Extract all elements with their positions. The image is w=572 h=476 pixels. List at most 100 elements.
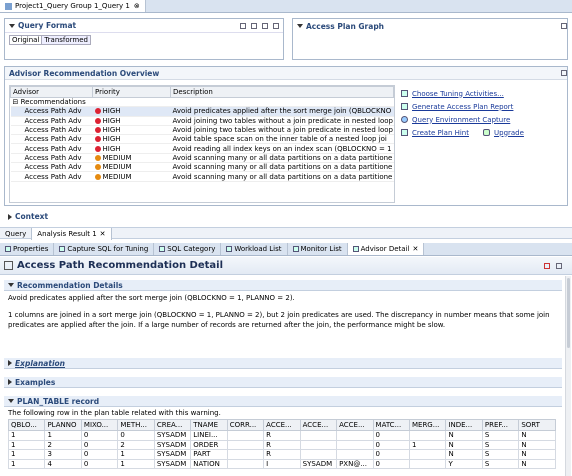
close-icon[interactable]: ✕ <box>100 230 106 238</box>
detail-scrollbar[interactable] <box>565 276 571 476</box>
advisor-overview-title: Advisor Recommendation Overview <box>9 68 160 78</box>
help-icon[interactable] <box>556 262 562 269</box>
access-plan-graph-header: Access Plan Graph <box>293 19 567 33</box>
plan-table[interactable]: QBLO... PLANNO MIXO... METH... CREA... TNAME C… <box>7 419 556 469</box>
tab-sql-category[interactable]: SQL Category <box>154 243 222 255</box>
collapse-icon[interactable] <box>8 399 14 403</box>
column-header-advisor[interactable]: Advisor <box>10 86 93 98</box>
view-toolbar-icon[interactable] <box>273 22 279 29</box>
plan-table-section: PLAN_TABLE record The following row in t… <box>4 396 562 476</box>
plan-cell: SYSADM <box>153 449 192 460</box>
plan-cell: 2 <box>117 439 155 450</box>
recommendation-row[interactable]: Access Path Adv MEDIUM Avoid scanning many… <box>10 171 394 182</box>
high-priority-icon <box>94 108 101 115</box>
plan-column-header[interactable]: INDE... <box>445 419 483 431</box>
scrollbar-thumb[interactable] <box>567 278 570 348</box>
plan-table-row[interactable]: 1 1 0 0 SYSADM LINEI... R 0 N S N <box>7 430 556 441</box>
maximize-icon[interactable] <box>561 70 567 76</box>
export-icon[interactable] <box>544 262 550 269</box>
plan-cell: 1 <box>44 430 82 441</box>
plan-table-row[interactable]: 1 2 0 2 SYSADM ORDER R 0 1 N S N <box>7 439 556 450</box>
plan-cell: N <box>518 449 556 460</box>
plan-column-header[interactable]: CORR... <box>226 419 265 431</box>
collapse-icon[interactable] <box>9 23 15 28</box>
recommendation-row[interactable]: Access Path Adv HIGH Avoid joining two tab… <box>10 125 394 136</box>
column-header-description[interactable]: Description <box>170 86 394 98</box>
recommendation-details-header[interactable]: Recommendation Details <box>4 280 562 291</box>
tab-query[interactable]: Query <box>0 228 33 240</box>
priority-cell: HIGH <box>92 116 171 126</box>
recommendation-details-title: Recommendation Details <box>17 280 123 290</box>
tab-monitor-list[interactable]: Monitor List <box>288 243 348 255</box>
plan-column-header[interactable]: MATC... <box>372 419 410 431</box>
recommendations-table[interactable]: Advisor Priority Description ⊟ Recommend… <box>9 85 395 203</box>
tab-advisor-detail[interactable]: Advisor Detail ✕ <box>347 243 425 255</box>
detail-title: Access Path Recommendation Detail <box>17 260 224 271</box>
upgrade-link[interactable]: Upgrade <box>494 129 524 137</box>
recommendation-row[interactable]: Access Path Adv HIGH Avoid reading all ind… <box>10 143 394 154</box>
link-row: Create Plan Hint Upgrade <box>401 126 567 139</box>
recommendation-row[interactable]: Access Path Adv HIGH Avoid table space sca… <box>10 134 394 145</box>
examples-section[interactable]: Examples <box>4 377 562 388</box>
recommendation-row[interactable]: Access Path Adv HIGH Avoid joining two tab… <box>10 116 394 126</box>
tab-analysis-result[interactable]: Analysis Result 1 ✕ <box>32 228 112 240</box>
expand-icon[interactable] <box>8 360 12 366</box>
context-section[interactable]: Context <box>4 210 568 223</box>
generate-report-link[interactable]: Generate Access Plan Report <box>412 103 513 111</box>
detail-icon <box>4 261 13 270</box>
create-plan-hint-link[interactable]: Create Plan Hint <box>412 129 469 137</box>
view-toolbar-icon[interactable] <box>251 22 257 29</box>
plan-table-row[interactable]: 1 4 0 1 SYSADM NATION I SYSADM PXN@... 0 Y S N <box>7 458 556 469</box>
tree-collapse-icon[interactable]: ⊟ <box>13 98 19 106</box>
plan-table-header[interactable]: PLAN_TABLE record <box>4 396 562 407</box>
recommendation-row[interactable]: Access Path Adv MEDIUM Avoid scanning many… <box>10 153 394 164</box>
view-toolbar-icon[interactable] <box>240 22 246 29</box>
expand-icon[interactable] <box>8 213 12 220</box>
tab-workload-list[interactable]: Workload List <box>221 243 288 255</box>
column-header-priority[interactable]: Priority <box>92 86 171 98</box>
description-cell: Avoid joining two tables without a join … <box>170 116 394 126</box>
priority-label: HIGH <box>102 126 121 135</box>
collapse-icon[interactable] <box>297 24 303 28</box>
plan-table-row[interactable]: 1 3 0 1 SYSADM PART R 0 N S N <box>7 449 556 460</box>
recommendation-row[interactable]: Access Path Adv HIGH Avoid predicates appl… <box>10 106 394 117</box>
plan-cell <box>226 449 265 460</box>
plan-column-header[interactable]: PREF... <box>481 419 520 431</box>
collapse-icon[interactable] <box>8 283 14 287</box>
view-toolbar-icon[interactable] <box>262 22 268 29</box>
tab-original[interactable]: Original <box>9 35 43 45</box>
tab-label: Monitor List <box>300 245 342 253</box>
plan-cell: Y <box>445 458 483 469</box>
plan-column-header[interactable]: ACCE... <box>299 419 338 431</box>
plan-column-header[interactable]: SORT <box>518 419 556 431</box>
explanation-section[interactable]: Explanation <box>4 358 562 369</box>
plan-cell: SYSADM <box>153 439 192 450</box>
query-environment-capture-link[interactable]: Query Environment Capture <box>412 116 510 124</box>
plan-column-header[interactable]: METH... <box>117 419 155 431</box>
plan-cell <box>336 430 374 441</box>
priority-cell: HIGH <box>92 134 171 145</box>
plan-cell: S <box>481 449 520 460</box>
maximize-icon[interactable] <box>561 23 567 29</box>
plan-column-header[interactable]: QBLO... <box>7 419 46 431</box>
expand-icon[interactable] <box>8 379 12 385</box>
tab-transformed[interactable]: Transformed <box>42 35 91 45</box>
tab-properties[interactable]: Properties <box>0 243 55 255</box>
plan-column-header[interactable]: PLANNO <box>44 419 82 431</box>
plan-cell: 0 <box>372 430 410 441</box>
close-icon[interactable]: ✕ <box>412 245 418 253</box>
plan-hint-icon <box>401 129 408 136</box>
close-icon[interactable]: ⊗ <box>134 2 140 10</box>
recommendation-row[interactable]: Access Path Adv MEDIUM Avoid scanning many… <box>10 162 394 173</box>
choose-tuning-activities-link[interactable]: Choose Tuning Activities... <box>412 90 504 98</box>
plan-column-header[interactable]: MIXO... <box>80 419 119 431</box>
plan-column-header[interactable]: MERG... <box>408 419 447 431</box>
tree-group-row[interactable]: ⊟ Recommendations <box>10 97 394 108</box>
plan-column-header[interactable]: ACCE... <box>336 419 374 431</box>
plan-column-header[interactable]: CREA... <box>153 419 192 431</box>
tab-capture-sql[interactable]: Capture SQL for Tuning <box>54 243 155 255</box>
plan-column-header[interactable]: TNAME <box>190 419 228 431</box>
editor-tab[interactable]: Project1_Query Group 1_Query 1 ⊗ <box>0 0 146 12</box>
plan-column-header[interactable]: ACCE... <box>263 419 301 431</box>
link-row: Query Environment Capture <box>401 113 567 126</box>
